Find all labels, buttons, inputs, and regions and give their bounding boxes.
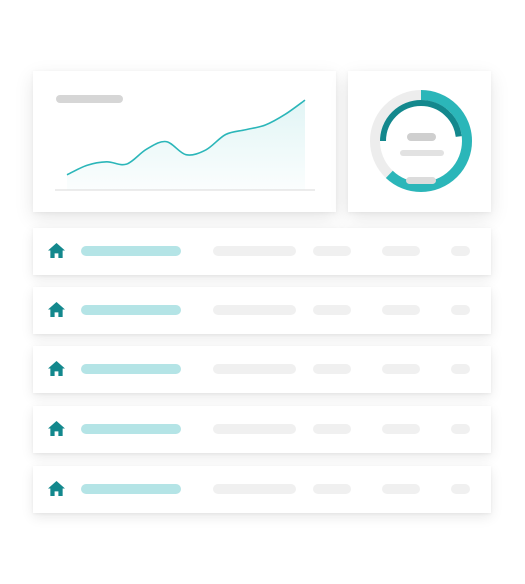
chart-card xyxy=(33,71,336,212)
row-cell-placeholder xyxy=(382,364,420,374)
row-cell-placeholder xyxy=(451,484,470,494)
row-cell-placeholder xyxy=(382,424,420,434)
row-name-placeholder xyxy=(81,424,181,434)
row-cell-placeholder xyxy=(382,484,420,494)
home-icon xyxy=(48,420,65,437)
table-row[interactable] xyxy=(33,287,491,334)
gauge-label-placeholder-1 xyxy=(407,133,436,141)
home-icon xyxy=(48,480,65,497)
row-cell-placeholder xyxy=(313,305,351,315)
area-fill xyxy=(67,100,305,190)
home-icon xyxy=(48,360,65,377)
home-icon xyxy=(48,301,65,318)
table-row[interactable] xyxy=(33,406,491,453)
row-name-placeholder xyxy=(81,484,181,494)
table-row[interactable] xyxy=(33,228,491,275)
table-row[interactable] xyxy=(33,466,491,513)
gauge-label-placeholder-3 xyxy=(406,177,436,184)
table-row[interactable] xyxy=(33,346,491,393)
row-cell-placeholder xyxy=(213,424,296,434)
row-cell-placeholder xyxy=(313,424,351,434)
row-name-placeholder xyxy=(81,364,181,374)
row-cell-placeholder xyxy=(451,246,470,256)
row-cell-placeholder xyxy=(313,364,351,374)
gauge-card xyxy=(348,71,491,212)
gauge-label-placeholder-2 xyxy=(400,150,444,156)
gauge-inner-arc xyxy=(380,100,462,182)
row-name-placeholder xyxy=(81,305,181,315)
line-chart xyxy=(55,99,315,191)
row-cell-placeholder xyxy=(382,305,420,315)
row-cell-placeholder xyxy=(451,364,470,374)
donut-gauge xyxy=(370,90,472,192)
row-cell-placeholder xyxy=(213,364,296,374)
row-name-placeholder xyxy=(81,246,181,256)
row-cell-placeholder xyxy=(313,246,351,256)
home-icon xyxy=(48,242,65,259)
row-cell-placeholder xyxy=(313,484,351,494)
row-cell-placeholder xyxy=(451,424,470,434)
row-cell-placeholder xyxy=(213,246,296,256)
row-cell-placeholder xyxy=(213,305,296,315)
row-cell-placeholder xyxy=(382,246,420,256)
row-cell-placeholder xyxy=(451,305,470,315)
row-cell-placeholder xyxy=(213,484,296,494)
